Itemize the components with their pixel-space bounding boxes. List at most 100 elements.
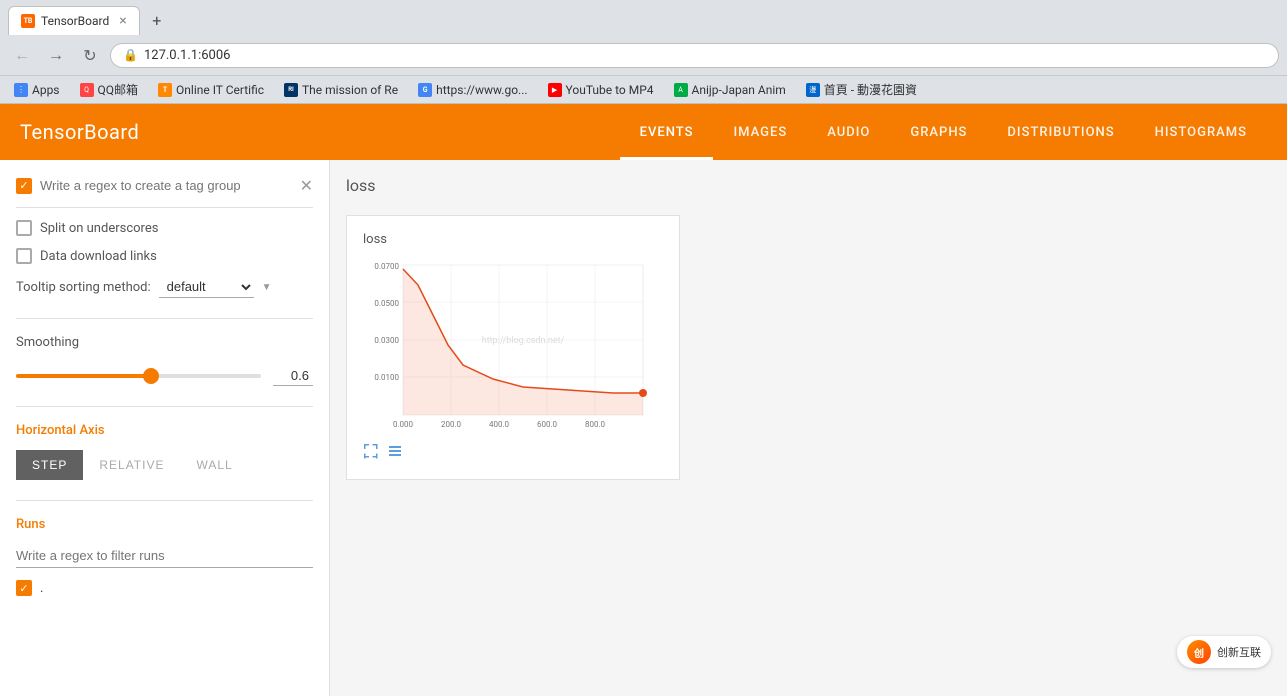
bookmark-youtube[interactable]: ▶ YouTube to MP4	[542, 81, 660, 99]
tooltip-dropdown[interactable]: default ascending descending nearest	[159, 276, 254, 298]
tag-group-section: ✕	[16, 176, 313, 208]
nav-images[interactable]: IMAGES	[713, 104, 807, 160]
data-download-row: Data download links	[16, 248, 313, 264]
bookmark-label-qq: QQ邮箱	[98, 81, 139, 98]
logo-circle-icon: 创	[1187, 640, 1211, 664]
tab-favicon: TB	[21, 14, 35, 28]
bookmark-favicon-anijp: A	[674, 83, 688, 97]
bookmark-label-anijp: Anijp-Japan Anim	[692, 83, 786, 97]
bookmarks-bar: ⋮ Apps Q QQ邮箱 T Online IT Certific RI Th…	[0, 75, 1287, 103]
clear-tag-button[interactable]: ✕	[300, 176, 313, 195]
bookmark-ri[interactable]: RI The mission of Re	[278, 81, 404, 99]
smoothing-slider-thumb[interactable]	[143, 368, 159, 384]
svg-text:0.0500: 0.0500	[374, 299, 399, 308]
bookmark-label-dongman: 首頁 - 動漫花園資	[824, 81, 917, 98]
nav-events[interactable]: EVENTS	[620, 104, 714, 160]
nav-graphs[interactable]: GRAPHS	[890, 104, 987, 160]
address-bar[interactable]: 🔒 127.0.1.1:6006	[110, 43, 1279, 68]
nav-distributions[interactable]: DISTRIBUTIONS	[987, 104, 1134, 160]
data-download-checkbox[interactable]	[16, 248, 32, 264]
app-nav: EVENTS IMAGES AUDIO GRAPHS DISTRIBUTIONS…	[620, 104, 1267, 160]
chart-svg: 0.0700 0.0500 0.0300 0.0100 0.000 200.0 …	[363, 255, 663, 435]
tag-group-checkbox[interactable]	[16, 178, 32, 194]
chart-area: 0.0700 0.0500 0.0300 0.0100 0.000 200.0 …	[363, 255, 663, 435]
bookmark-favicon-qq: Q	[80, 83, 94, 97]
run-checkbox-dot[interactable]	[16, 580, 32, 596]
svg-text:400.0: 400.0	[489, 420, 510, 429]
axis-buttons-group: STEP RELATIVE WALL	[16, 450, 313, 480]
app-title: TensorBoard	[20, 120, 620, 144]
sidebar: ✕ Split on underscores Data download lin…	[0, 160, 330, 696]
bookmark-favicon-youtube: ▶	[548, 83, 562, 97]
new-tab-button[interactable]: +	[144, 8, 170, 34]
svg-text:600.0: 600.0	[537, 420, 558, 429]
dropdown-arrow-icon: ▼	[262, 282, 272, 293]
svg-text:0.000: 0.000	[393, 420, 414, 429]
smoothing-slider-fill	[16, 374, 151, 378]
bookmark-qq[interactable]: Q QQ邮箱	[74, 79, 145, 100]
bookmark-oit[interactable]: T Online IT Certific	[152, 81, 270, 99]
bookmark-google[interactable]: G https://www.go...	[412, 81, 533, 99]
split-underscores-row: Split on underscores	[16, 220, 313, 236]
data-download-label: Data download links	[40, 249, 157, 264]
tab-title: TensorBoard	[41, 14, 109, 28]
runs-section: Runs .	[16, 517, 313, 596]
bookmark-label-ri: The mission of Re	[302, 83, 398, 97]
back-button[interactable]: ←	[8, 41, 36, 69]
smoothing-section: Smoothing 0.6	[16, 335, 313, 386]
tag-group-input[interactable]	[40, 178, 292, 193]
divider-2	[16, 406, 313, 407]
url-text: 127.0.1.1:6006	[144, 48, 1266, 63]
bookmark-label-apps: Apps	[32, 83, 60, 97]
logo-text: 创新互联	[1217, 644, 1261, 660]
bookmark-label-oit: Online IT Certific	[176, 83, 264, 97]
svg-text:800.0: 800.0	[585, 420, 606, 429]
tooltip-label: Tooltip sorting method:	[16, 280, 151, 295]
bookmark-anijp[interactable]: A Anijp-Japan Anim	[668, 81, 792, 99]
bottom-logo: 创 创新互联	[1177, 636, 1271, 668]
browser-chrome: TB TensorBoard × + ← → ↻ 🔒 127.0.1.1:600…	[0, 0, 1287, 104]
bookmark-dongman[interactable]: 漫 首頁 - 動漫花園資	[800, 79, 923, 100]
chart-title: loss	[363, 232, 663, 247]
options-section: Split on underscores Data download links…	[16, 220, 313, 298]
nav-audio[interactable]: AUDIO	[807, 104, 890, 160]
smoothing-value-input[interactable]: 0.6	[273, 366, 313, 386]
lock-icon: 🔒	[123, 48, 138, 62]
app-body: ✕ Split on underscores Data download lin…	[0, 160, 1287, 696]
runs-title: Runs	[16, 517, 313, 532]
horizontal-axis-section: Horizontal Axis STEP RELATIVE WALL	[16, 423, 313, 480]
section-title: loss	[346, 176, 1271, 203]
axis-relative-button[interactable]: RELATIVE	[83, 450, 180, 480]
runs-filter-input[interactable]	[16, 544, 313, 568]
smoothing-label: Smoothing	[16, 335, 313, 350]
run-name-dot: .	[40, 581, 43, 596]
bookmark-favicon-oit: T	[158, 83, 172, 97]
bookmark-favicon-apps: ⋮	[14, 83, 28, 97]
data-icon[interactable]	[387, 443, 403, 463]
axis-wall-button[interactable]: WALL	[180, 450, 248, 480]
reload-button[interactable]: ↻	[76, 41, 104, 69]
tab-bar: TB TensorBoard × +	[0, 0, 1287, 35]
forward-button[interactable]: →	[42, 41, 70, 69]
svg-text:0.0100: 0.0100	[374, 373, 399, 382]
svg-text:http://blog.csdn.net/: http://blog.csdn.net/	[482, 336, 565, 346]
navigation-bar: ← → ↻ 🔒 127.0.1.1:6006	[0, 35, 1287, 75]
chart-controls	[363, 443, 663, 463]
nav-histograms[interactable]: HISTOGRAMS	[1135, 104, 1267, 160]
fullscreen-icon[interactable]	[363, 443, 379, 463]
axis-step-button[interactable]: STEP	[16, 450, 83, 480]
bookmark-label-youtube: YouTube to MP4	[566, 83, 654, 97]
app-container: TensorBoard EVENTS IMAGES AUDIO GRAPHS D…	[0, 104, 1287, 696]
app-header: TensorBoard EVENTS IMAGES AUDIO GRAPHS D…	[0, 104, 1287, 160]
bookmark-label-google: https://www.go...	[436, 83, 527, 97]
tab-close-button[interactable]: ×	[119, 13, 126, 29]
divider-1	[16, 318, 313, 319]
svg-text:0.0300: 0.0300	[374, 336, 399, 345]
split-underscores-checkbox[interactable]	[16, 220, 32, 236]
smoothing-slider-track	[16, 374, 261, 378]
svg-text:200.0: 200.0	[441, 420, 462, 429]
browser-tab[interactable]: TB TensorBoard ×	[8, 6, 140, 35]
bookmark-favicon-ri: RI	[284, 83, 298, 97]
bookmark-apps[interactable]: ⋮ Apps	[8, 81, 66, 99]
horizontal-axis-title: Horizontal Axis	[16, 423, 313, 438]
